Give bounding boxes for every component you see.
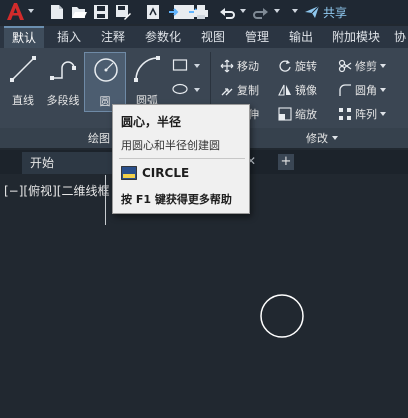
quick-access-toolbar: 共享 — [0, 0, 408, 24]
autocad-window: 共享 默认 插入 注释 参数化 视图 管理 输出 附加模块 协 直线 多段线 圆… — [0, 0, 408, 418]
fillet-icon — [339, 84, 351, 96]
copy-label: 复制 — [237, 84, 259, 97]
array-dropdown-caret-icon[interactable] — [380, 112, 386, 116]
tooltip-divider — [119, 158, 245, 159]
draw-panel-title-label: 绘图 — [88, 132, 110, 145]
rotate-button[interactable]: 旋转 — [278, 56, 317, 76]
line-icon — [10, 56, 36, 82]
print-icon[interactable] — [192, 3, 210, 21]
share-label: 共享 — [323, 5, 348, 20]
send-icon — [305, 5, 320, 18]
app-menu-caret-icon[interactable] — [28, 9, 34, 13]
move-label: 移动 — [237, 60, 259, 73]
tab-annotate[interactable]: 注释 — [94, 26, 132, 48]
save-icon[interactable] — [92, 3, 110, 21]
tab-insert[interactable]: 插入 — [50, 26, 88, 48]
circle-object[interactable] — [259, 293, 305, 339]
modify-panel-title-label: 修改 — [306, 132, 328, 145]
tooltip-title: 圆心，半径 — [121, 115, 182, 129]
mirror-label: 镜像 — [295, 84, 317, 97]
ellipse-icon[interactable] — [172, 82, 188, 96]
tab-addins[interactable]: 附加模块 — [326, 26, 386, 48]
new-tab-button[interactable]: + — [278, 154, 294, 170]
tab-manage[interactable]: 管理 — [238, 26, 276, 48]
undo-icon[interactable] — [218, 3, 236, 21]
trim-label: 修剪 — [355, 60, 377, 73]
viewport-controls[interactable]: [−][俯视][二维线框 — [4, 182, 109, 199]
tab-parametric[interactable]: 参数化 — [138, 26, 188, 48]
fillet-dropdown-caret-icon[interactable] — [380, 88, 386, 92]
rectangle-icon[interactable] — [172, 58, 188, 72]
line-button-label: 直线 — [12, 94, 34, 107]
redo-dropdown-caret-icon[interactable] — [274, 9, 280, 13]
arc-icon — [134, 56, 160, 82]
polyline-button[interactable]: 多段线 — [42, 52, 84, 112]
circle-button[interactable]: 圆 — [84, 52, 126, 112]
copy-icon — [221, 88, 233, 96]
modify-panel-expand-icon — [332, 136, 338, 140]
array-icon — [339, 108, 351, 120]
tab-output[interactable]: 输出 — [282, 26, 320, 48]
customize-toolbar-caret-icon[interactable] — [292, 9, 298, 13]
move-button[interactable]: 移动 — [220, 56, 259, 76]
app-logo-icon[interactable] — [4, 1, 26, 23]
fillet-button[interactable]: 圆角 — [338, 80, 386, 100]
polyline-icon — [50, 61, 76, 80]
rotate-label: 旋转 — [295, 60, 317, 73]
mirror-icon — [278, 84, 291, 96]
circle-icon — [94, 58, 118, 82]
undo-dropdown-caret-icon[interactable] — [240, 9, 246, 13]
save-as-icon[interactable] — [114, 3, 132, 21]
command-line-icon — [121, 166, 137, 180]
copy-button[interactable]: 复制 — [220, 80, 259, 100]
modify-panel-title[interactable]: 修改 — [306, 130, 338, 146]
ribbon-tab-bar: 默认 插入 注释 参数化 视图 管理 输出 附加模块 协 — [0, 26, 408, 48]
array-label: 阵列 — [355, 108, 377, 121]
fillet-label: 圆角 — [355, 84, 377, 97]
array-button[interactable]: 阵列 — [338, 104, 386, 124]
start-tab[interactable]: 开始 — [22, 152, 114, 174]
scale-icon — [278, 107, 292, 121]
trim-dropdown-caret-icon[interactable] — [380, 64, 386, 68]
tab-view[interactable]: 视图 — [194, 26, 232, 48]
ellipse-dropdown-caret-icon[interactable] — [194, 88, 200, 92]
open-icon[interactable] — [70, 3, 88, 21]
scale-label: 缩放 — [295, 108, 317, 121]
trim-button[interactable]: 修剪 — [338, 56, 386, 76]
new-icon[interactable] — [48, 3, 66, 21]
scale-button[interactable]: 缩放 — [278, 104, 317, 124]
draw-panel-title[interactable]: 绘图 — [88, 130, 110, 146]
tooltip-command-name: CIRCLE — [142, 166, 190, 180]
trim-icon — [338, 59, 352, 73]
tab-collaborate[interactable]: 协 — [392, 26, 408, 48]
move-icon — [220, 59, 234, 73]
rectangle-dropdown-caret-icon[interactable] — [194, 64, 200, 68]
arc-button[interactable]: 圆弧 — [126, 52, 168, 112]
share-button[interactable]: 共享 — [304, 2, 347, 22]
tab-default[interactable]: 默认 — [4, 26, 44, 48]
polyline-button-label: 多段线 — [46, 94, 80, 107]
tooltip-command: CIRCLE — [121, 166, 189, 180]
crosshair-cursor — [105, 175, 106, 225]
tooltip-help: 按 F1 键获得更多帮助 — [121, 193, 232, 206]
mirror-button[interactable]: 镜像 — [278, 80, 317, 100]
plot-icon[interactable] — [144, 3, 162, 21]
circle-tooltip: 圆心，半径 用圆心和半径创建圆 CIRCLE 按 F1 键获得更多帮助 — [112, 104, 250, 214]
line-button[interactable]: 直线 — [2, 52, 44, 112]
tooltip-description: 用圆心和半径创建圆 — [121, 139, 220, 152]
start-tab-label: 开始 — [30, 156, 55, 170]
rotate-icon — [279, 60, 291, 72]
redo-icon[interactable] — [252, 3, 270, 21]
